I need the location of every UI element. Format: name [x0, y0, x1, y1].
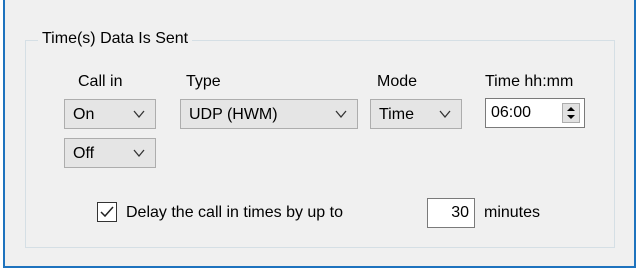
- time-spinner[interactable]: 06:00: [485, 98, 585, 128]
- mode-dropdown[interactable]: Time: [370, 99, 462, 129]
- checkmark-icon: [100, 206, 114, 218]
- type-dropdown-value: UDP (HWM): [189, 106, 278, 123]
- call-in-column-label: Call in: [78, 73, 123, 90]
- delay-minutes-input[interactable]: 30: [427, 198, 475, 228]
- minutes-label: minutes: [484, 204, 541, 221]
- spin-up-down-icon[interactable]: [562, 103, 580, 123]
- call-in-dropdown-2-value: Off: [73, 145, 95, 162]
- time-spinner-value: 06:00: [491, 104, 532, 121]
- chevron-down-icon: [335, 110, 347, 119]
- type-dropdown[interactable]: UDP (HWM): [180, 99, 358, 129]
- call-in-dropdown-1-value: On: [73, 106, 95, 123]
- chevron-down-icon: [133, 110, 145, 119]
- call-in-dropdown-2[interactable]: Off: [64, 138, 156, 168]
- call-in-dropdown-1[interactable]: On: [64, 99, 156, 129]
- time-column-label: Time hh:mm: [485, 73, 574, 90]
- chevron-down-icon: [439, 110, 451, 119]
- mode-dropdown-value: Time: [379, 106, 414, 123]
- mode-column-label: Mode: [377, 73, 418, 90]
- delay-minutes-value: 30: [451, 204, 469, 221]
- chevron-down-icon: [133, 149, 145, 158]
- groupbox-title: Time(s) Data Is Sent: [38, 29, 193, 49]
- type-column-label: Type: [186, 73, 221, 90]
- delay-checkbox[interactable]: [97, 202, 117, 222]
- delay-checkbox-label[interactable]: Delay the call in times by up to: [126, 203, 343, 223]
